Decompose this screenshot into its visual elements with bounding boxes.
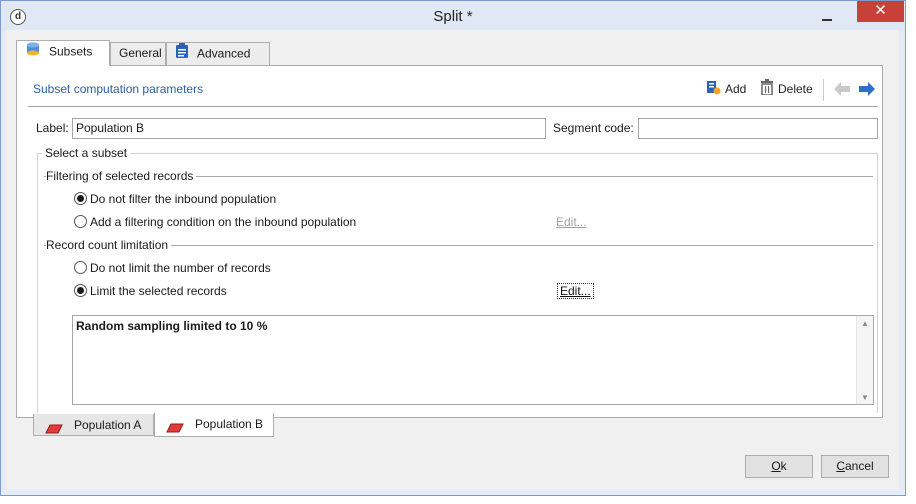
next-arrow-icon[interactable]	[858, 81, 876, 100]
scroll-up-icon[interactable]: ▲	[861, 319, 869, 328]
close-button[interactable]: ✕	[857, 1, 904, 22]
filter-condition-label: Add a filtering condition on the inbound…	[90, 215, 357, 229]
tab-population-b[interactable]: Population B	[154, 413, 274, 437]
ok-mnemonic: O	[771, 459, 781, 473]
minimize-button[interactable]	[813, 7, 841, 27]
select-subset-title: Select a subset	[42, 146, 131, 160]
no-limit-radio[interactable]	[74, 261, 87, 274]
count-heading: Record count limitation	[46, 238, 172, 252]
toolbar-separator	[823, 79, 824, 101]
scroll-down-icon[interactable]: ▼	[861, 393, 869, 402]
tab-advanced-label: Advanced	[197, 46, 251, 61]
segment-icon	[165, 419, 185, 441]
cancel-mnemonic: C	[836, 459, 845, 473]
limit-records-radio[interactable]	[74, 284, 87, 297]
trash-icon	[760, 79, 774, 101]
no-filter-radio[interactable]	[74, 192, 87, 205]
label-field-label: Label:	[36, 121, 69, 135]
previous-arrow-icon[interactable]	[833, 81, 851, 100]
add-button[interactable]: Add	[705, 79, 746, 99]
segment-code-label: Segment code:	[553, 121, 634, 135]
toolbar-divider	[28, 106, 878, 107]
delete-button[interactable]: Delete	[760, 79, 813, 99]
limit-records-label: Limit the selected records	[90, 284, 227, 298]
summary-text: Random sampling limited to 10 %	[76, 319, 268, 333]
add-label: Add	[725, 82, 747, 97]
tab-population-a[interactable]: Population A	[33, 414, 154, 436]
tab-general-label: General	[119, 46, 162, 60]
ok-label-rest: k	[780, 459, 787, 473]
segment-code-input[interactable]	[638, 118, 878, 139]
cancel-button[interactable]: Cancel	[821, 455, 889, 478]
limit-edit-link[interactable]: Edit...	[557, 283, 594, 299]
tab-population-b-label: Population B	[195, 417, 264, 431]
segment-icon	[44, 420, 64, 442]
database-icon	[25, 41, 41, 64]
add-icon	[705, 79, 721, 101]
filter-edit-link[interactable]: Edit...	[556, 215, 587, 229]
label-input[interactable]: Population B	[72, 118, 546, 139]
title-bar: d Split * ✕	[1, 1, 905, 31]
tab-subsets[interactable]: Subsets	[16, 40, 110, 66]
no-filter-label: Do not filter the inbound population	[90, 192, 277, 206]
delete-label: Delete	[778, 82, 813, 97]
filter-condition-radio[interactable]	[74, 215, 87, 228]
subset-computation-title: Subset computation parameters	[33, 82, 204, 96]
clipboard-icon	[175, 43, 189, 66]
summary-scrollbar[interactable]: ▲ ▼	[856, 316, 873, 404]
tab-population-a-label: Population A	[74, 418, 142, 432]
tab-advanced[interactable]: Advanced	[166, 42, 270, 65]
cancel-label-rest: ancel	[844, 459, 874, 473]
filtering-heading: Filtering of selected records	[46, 169, 197, 183]
ok-button[interactable]: Ok	[745, 455, 813, 478]
tab-subsets-label: Subsets	[49, 44, 93, 59]
summary-textarea[interactable]: Random sampling limited to 10 % ▲ ▼	[72, 315, 874, 405]
window-title: Split *	[433, 8, 473, 25]
no-limit-label: Do not limit the number of records	[90, 261, 271, 275]
tab-general[interactable]: General	[110, 42, 166, 65]
